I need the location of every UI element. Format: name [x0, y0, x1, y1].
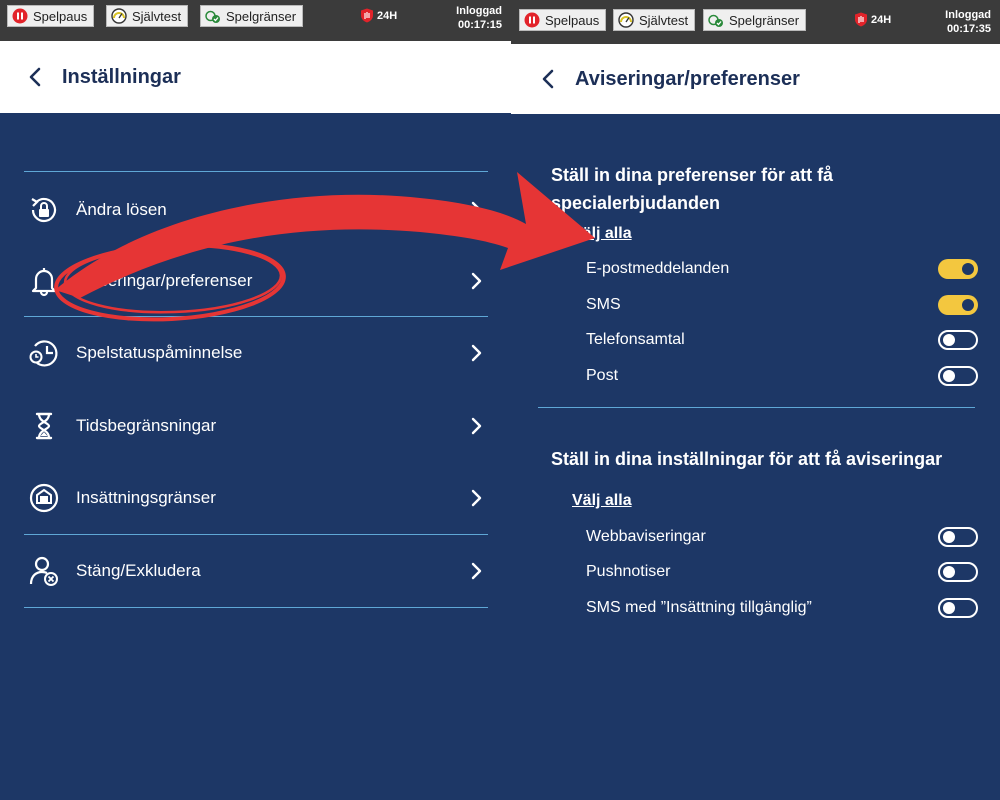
push-toggle[interactable]: [938, 562, 978, 582]
menu-divider: [24, 534, 488, 535]
pref-row-post: Post: [586, 362, 978, 390]
pref-row-sms-deposit: SMS med ”Insättning tillgänglig”: [586, 594, 978, 622]
menu-item-time-limits[interactable]: Tidsbegränsningar: [24, 401, 488, 451]
limits-icon: [708, 14, 723, 27]
spelpaus-button[interactable]: Spelpaus: [7, 5, 95, 27]
phone-toggle[interactable]: [938, 330, 978, 350]
age-limit-badge[interactable]: 24H: [854, 12, 891, 27]
lock-reset-icon: [31, 197, 57, 223]
deposit-limit-icon: [29, 483, 59, 513]
post-toggle[interactable]: [938, 366, 978, 386]
menu-item-play-reminder[interactable]: Spelstatuspåminnelse: [24, 328, 488, 378]
gauge-icon: [618, 12, 634, 28]
chevron-right-icon: [471, 562, 482, 580]
spelgranser-button[interactable]: Spelgränser: [703, 9, 807, 31]
menu-divider: [24, 171, 488, 172]
hand-shield-icon: [361, 8, 373, 23]
notifications-section-title: Ställ in dina inställningar för att få a…: [551, 449, 943, 469]
menu-divider: [24, 316, 488, 317]
chevron-right-icon: [471, 344, 482, 362]
sms-toggle[interactable]: [938, 295, 978, 315]
pref-row-phone: Telefonsamtal: [586, 326, 978, 354]
back-arrow-icon[interactable]: [541, 68, 555, 90]
menu-item-change-password[interactable]: Ändra lösen: [24, 185, 488, 235]
web-notifications-toggle[interactable]: [938, 527, 978, 547]
menu-divider: [24, 607, 488, 608]
notification-preferences-screen: Spelpaus Självtest Spelgränser 24H Inlog…: [511, 0, 1000, 800]
page-header: Aviseringar/preferenser: [511, 44, 1000, 114]
pref-row-push: Pushnotiser: [586, 558, 978, 586]
pause-icon: [524, 12, 540, 28]
offers-section-title: Ställ in dina preferenser för att få spe…: [551, 165, 834, 213]
hand-shield-icon: [855, 12, 867, 27]
email-toggle[interactable]: [938, 259, 978, 279]
offers-select-all-link[interactable]: Välj alla: [572, 225, 632, 243]
hourglass-icon: [35, 412, 53, 440]
pref-row-sms: SMS: [586, 291, 978, 319]
bell-icon: [31, 268, 57, 297]
sjalvtest-button[interactable]: Självtest: [613, 9, 696, 31]
section-divider: [538, 407, 975, 408]
limits-icon: [205, 10, 220, 23]
page-title: Aviseringar/preferenser: [575, 67, 800, 90]
menu-item-notifications[interactable]: Aviseringar/preferenser: [24, 256, 488, 306]
spelpaus-button[interactable]: Spelpaus: [519, 9, 607, 31]
responsible-gaming-bar: Spelpaus Självtest Spelgränser 24H Inlog…: [511, 0, 1000, 44]
login-status: Inloggad 00:17:35: [945, 9, 991, 35]
menu-item-deposit-limits[interactable]: Insättningsgränser: [24, 473, 488, 523]
chevron-right-icon: [471, 201, 482, 219]
menu-item-close-exclude[interactable]: Stäng/Exkludera: [24, 546, 488, 596]
responsible-gaming-bar: Spelpaus Självtest Spelgränser 24H Inlog…: [0, 0, 511, 41]
chevron-right-icon: [471, 489, 482, 507]
settings-menu: Ändra lösen Aviseringar/preferenser Spel…: [0, 113, 511, 800]
notifications-select-all-link[interactable]: Välj alla: [572, 492, 632, 510]
pref-row-email: E-postmeddelanden: [586, 255, 978, 283]
pause-icon: [12, 8, 28, 24]
spelgranser-button[interactable]: Spelgränser: [200, 5, 304, 27]
settings-screen: Spelpaus Självtest Spelgränser 24H Inlog…: [0, 0, 511, 800]
sjalvtest-button[interactable]: Självtest: [106, 5, 189, 27]
sms-deposit-toggle[interactable]: [938, 598, 978, 618]
page-title: Inställningar: [62, 65, 181, 88]
back-arrow-icon[interactable]: [28, 66, 42, 88]
preferences-content: Ställ in dina preferenser för att få spe…: [511, 114, 1000, 800]
login-status: Inloggad 00:17:15: [456, 5, 502, 31]
gauge-icon: [111, 8, 127, 24]
chevron-right-icon: [471, 417, 482, 435]
user-exclude-icon: [29, 556, 58, 586]
clock-reminder-icon: [29, 340, 58, 367]
page-header: Inställningar: [0, 41, 511, 113]
chevron-right-icon: [471, 272, 482, 290]
age-limit-badge[interactable]: 24H: [360, 8, 397, 23]
pref-row-web-notifications: Webbaviseringar: [586, 523, 978, 551]
